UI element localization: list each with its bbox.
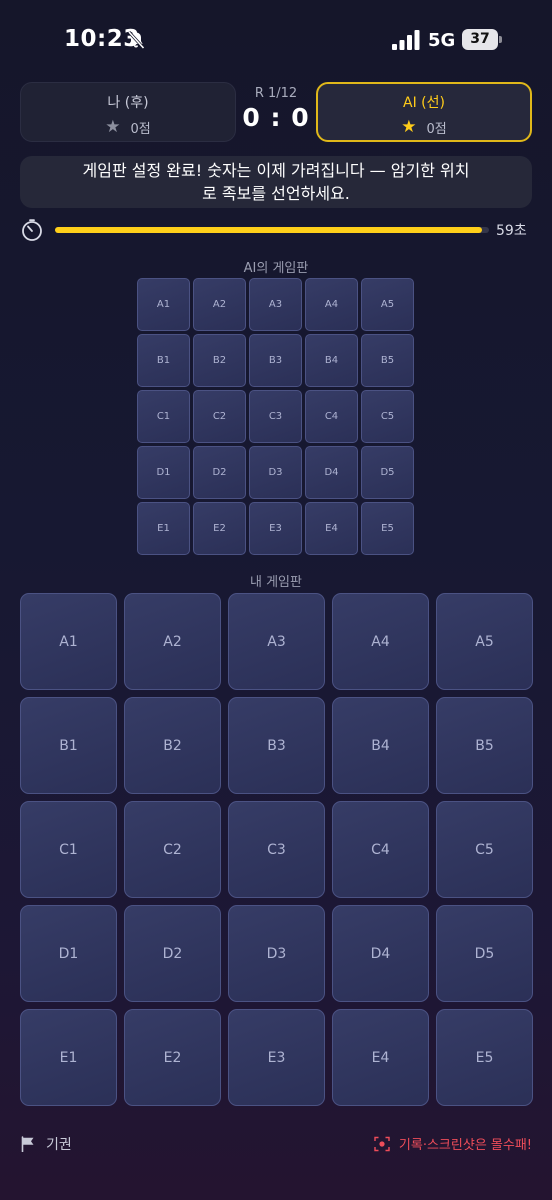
ai-score-row: ★ 0점: [318, 117, 530, 138]
my-board-cell-c2[interactable]: C2: [124, 801, 221, 898]
star-icon: ★: [105, 117, 121, 137]
my-board-cell-d3[interactable]: D3: [228, 905, 325, 1002]
ai-board-cell-d3[interactable]: D3: [249, 446, 302, 499]
my-board-cell-b5[interactable]: B5: [436, 697, 533, 794]
message-banner: 게임판 설정 완료! 숫자는 이제 가려집니다 — 암기한 위치로 족보를 선언…: [20, 156, 532, 208]
timer-countdown: 59초: [496, 223, 527, 239]
my-board-cell-e1[interactable]: E1: [20, 1009, 117, 1106]
match-score: 0 : 0: [242, 103, 310, 132]
recording-warning-text: 기록·스크린샷은 몰수패!: [398, 1138, 532, 1153]
record-icon: [374, 1136, 390, 1151]
ai-board-cell-d2[interactable]: D2: [193, 446, 246, 499]
my-board-cell-c3[interactable]: C3: [228, 801, 325, 898]
ai-board-cell-e2[interactable]: E2: [193, 502, 246, 555]
timer-progress-bar: [55, 227, 489, 233]
my-score-row: ★ 0점: [21, 117, 235, 138]
my-board-cell-a4[interactable]: A4: [332, 593, 429, 690]
my-board-cell-c5[interactable]: C5: [436, 801, 533, 898]
timer-progress-fill: [55, 227, 483, 233]
ai-board-cell-a5[interactable]: A5: [361, 278, 414, 331]
ai-board-cell-c5[interactable]: C5: [361, 390, 414, 443]
bell-slash-icon: [127, 30, 145, 50]
my-board-cell-b4[interactable]: B4: [332, 697, 429, 794]
signal-icon: [392, 30, 420, 50]
timer-icon: [22, 219, 42, 241]
star-icon: ★: [401, 117, 417, 137]
my-board-cell-a1[interactable]: A1: [20, 593, 117, 690]
my-board-cell-c1[interactable]: C1: [20, 801, 117, 898]
my-board-cell-a3[interactable]: A3: [228, 593, 325, 690]
ai-player-title: AI (선): [403, 95, 445, 111]
ai-board-cell-d1[interactable]: D1: [137, 446, 190, 499]
battery-icon: 37: [462, 29, 498, 50]
ai-board-cell-e1[interactable]: E1: [137, 502, 190, 555]
ai-board-cell-c4[interactable]: C4: [305, 390, 358, 443]
ai-board-cell-b2[interactable]: B2: [193, 334, 246, 387]
ai-board-cell-e3[interactable]: E3: [249, 502, 302, 555]
ai-board-label: AI의 게임판: [243, 261, 309, 276]
ai-player-card: AI (선) ★ 0점: [316, 82, 532, 142]
my-board-cell-a5[interactable]: A5: [436, 593, 533, 690]
my-board-cell-a2[interactable]: A2: [124, 593, 221, 690]
ai-board-cell-a1[interactable]: A1: [137, 278, 190, 331]
forfeit-button[interactable]: 기권: [20, 1134, 72, 1154]
my-player-card: 나 (후) ★ 0점: [20, 82, 236, 142]
ai-board-cell-c1[interactable]: C1: [137, 390, 190, 443]
ai-board-cell-a4[interactable]: A4: [305, 278, 358, 331]
message-text: 게임판 설정 완료! 숫자는 이제 가려집니다 — 암기한 위치로 족보를 선언…: [82, 161, 470, 203]
my-player-title: 나 (후): [107, 95, 149, 111]
my-board-cell-d4[interactable]: D4: [332, 905, 429, 1002]
my-board: A1 A2 A3 A4 A5 B1 B2 B3 B4 B5 C1 C2 C3 C4 C5 D1 D2 D3 D4 D5…: [20, 593, 533, 1106]
ai-board-cell-c2[interactable]: C2: [193, 390, 246, 443]
ai-board-cell-a3[interactable]: A3: [249, 278, 302, 331]
ai-board-cell-b4[interactable]: B4: [305, 334, 358, 387]
ai-board-cell-e5[interactable]: E5: [361, 502, 414, 555]
my-board-cell-b3[interactable]: B3: [228, 697, 325, 794]
ai-board-cell-b1[interactable]: B1: [137, 334, 190, 387]
my-board-cell-e3[interactable]: E3: [228, 1009, 325, 1106]
round-score: R 1/12 0 : 0: [236, 86, 316, 132]
status-bar: 10:23 5G 37: [0, 0, 552, 82]
my-board-label: 내 게임판: [250, 575, 302, 590]
my-board-cell-c4[interactable]: C4: [332, 801, 429, 898]
my-board-cell-e2[interactable]: E2: [124, 1009, 221, 1106]
ai-board-cell-d5[interactable]: D5: [361, 446, 414, 499]
round-label: R 1/12: [254, 86, 298, 101]
my-board-cell-b2[interactable]: B2: [124, 697, 221, 794]
ai-board-cell-b3[interactable]: B3: [249, 334, 302, 387]
ai-board-cell-b5[interactable]: B5: [361, 334, 414, 387]
ai-score: 0점: [426, 122, 447, 137]
ai-board-cell-c3[interactable]: C3: [249, 390, 302, 443]
recording-warning: 기록·스크린샷은 몰수패!: [374, 1134, 532, 1153]
my-board-cell-b1[interactable]: B1: [20, 697, 117, 794]
my-board-cell-e5[interactable]: E5: [436, 1009, 533, 1106]
my-board-cell-d2[interactable]: D2: [124, 905, 221, 1002]
ai-board-cell-e4[interactable]: E4: [305, 502, 358, 555]
network-label: 5G: [428, 30, 456, 51]
my-board-cell-d5[interactable]: D5: [436, 905, 533, 1002]
my-score: 0점: [130, 122, 151, 137]
forfeit-label: 기권: [46, 1137, 72, 1153]
ai-board-cell-d4[interactable]: D4: [305, 446, 358, 499]
my-board-cell-e4[interactable]: E4: [332, 1009, 429, 1106]
ai-board-cell-a2[interactable]: A2: [193, 278, 246, 331]
ai-board: A1 A2 A3 A4 A5 B1 B2 B3 B4 B5 C1 C2 C3 C4 C5 D1 D2 D3 D4 D5…: [137, 278, 414, 555]
flag-icon: [21, 1136, 34, 1152]
battery-tip: [499, 36, 502, 43]
my-board-cell-d1[interactable]: D1: [20, 905, 117, 1002]
